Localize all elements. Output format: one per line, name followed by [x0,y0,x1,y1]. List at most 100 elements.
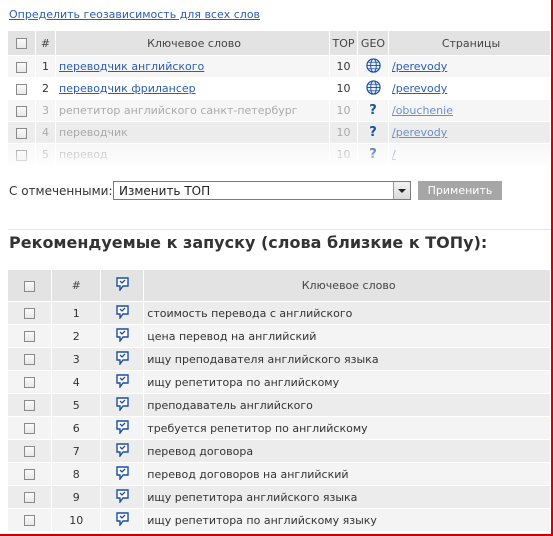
launch-icon[interactable] [116,511,129,529]
keyword-text: ищу репетитора по английскому [143,370,551,394]
row-checkbox[interactable] [24,400,36,411]
chevron-down-icon[interactable] [393,182,410,199]
row-num: 5 [35,143,56,166]
page-link[interactable]: /perevody [392,82,447,95]
top-value: 10 [329,99,358,122]
launch-icon[interactable] [116,373,129,391]
keyword-text: переводчик [55,121,330,144]
col-geo-header: GEO [357,31,389,56]
row-checkbox[interactable] [16,83,27,95]
table-row: 6 требуется репетитор по английскому [8,416,551,440]
table-row: 4 переводчик 10 ? /perevody [8,121,551,144]
row-num: 3 [35,99,56,122]
table-row: 4 ищу репетитора по английскому [8,370,551,394]
keyword-text: репетитор английского санкт-петербург [55,99,330,122]
select-all-checkbox[interactable] [24,280,36,292]
define-geo-link[interactable]: Определить геозависимость для всех слов [9,8,260,21]
select-all-cell [8,31,36,56]
launch-icon [116,277,129,294]
row-num: 10 [51,508,102,532]
col-num-header: # [51,270,102,302]
col-keyword-header: Ключевое слово [143,270,551,302]
top-value: 10 [329,77,358,100]
row-num: 6 [51,416,102,440]
launch-icon[interactable] [116,396,129,414]
row-checkbox[interactable] [24,331,36,342]
table-row: 1 переводчик английского 10 /perevody [8,55,551,78]
keyword-text: ищу репетитора английского языка [143,485,551,509]
table-row: 3 репетитор английского санкт-петербург … [8,99,551,122]
launch-icon[interactable] [116,419,129,437]
globe-icon[interactable] [365,57,381,76]
launch-icon[interactable] [116,304,129,322]
table-row: 3 ищу преподавателя английского языка [8,347,551,371]
col-num-header: # [35,31,56,56]
table-row: 7 перевод договора [8,439,551,463]
table-row: 2 переводчик фрилансер 10 /perevody [8,77,551,100]
launch-icon[interactable] [116,488,129,506]
row-num: 2 [51,324,102,348]
table-row: 1 стоимость перевода с английского [8,301,551,325]
row-checkbox[interactable] [24,423,36,434]
keyword-link[interactable]: переводчик фрилансер [59,82,196,95]
row-checkbox[interactable] [16,149,27,161]
row-num: 4 [51,370,102,394]
keyword-text: преподаватель английского [143,393,551,417]
row-num: 3 [51,347,102,371]
apply-button[interactable]: Применить [418,181,502,200]
table-row: 5 перевод 10 ? / [8,143,551,166]
recommended-table: # Ключевое слово 1 стоимость перевода с а… [8,270,551,532]
keyword-text: требуется репетитор по английскому [143,416,551,440]
table-row: 10 ищу репетитора по английскому языку [8,508,551,532]
table-header: # Ключевое слово TOP GEO Страницы [8,31,551,56]
row-checkbox[interactable] [24,446,36,457]
bulk-action-value: Изменить ТОП [119,184,211,198]
row-num: 2 [35,77,56,100]
bulk-action-label: С отмеченными: [9,184,113,198]
col-top-header: TOP [329,31,358,56]
row-checkbox[interactable] [24,492,36,503]
divider [8,229,551,230]
keyword-link[interactable]: переводчик английского [59,60,204,73]
page-link[interactable]: / [392,148,396,161]
row-checkbox[interactable] [24,308,36,319]
globe-icon[interactable] [365,79,381,98]
row-checkbox[interactable] [24,354,36,365]
row-checkbox[interactable] [16,127,27,139]
launch-icon[interactable] [116,442,129,460]
question-icon[interactable]: ? [369,147,377,162]
row-num: 4 [35,121,56,144]
keyword-text: перевод [55,143,330,166]
row-checkbox[interactable] [16,105,27,117]
keyword-text: перевод договора [143,439,551,463]
table-row: 2 цена перевод на английский [8,324,551,348]
recommended-heading: Рекомендуемые к запуску (слова близкие к… [9,233,488,252]
table-row: 8 перевод договоров на английский [8,462,551,486]
row-num: 9 [51,485,102,509]
top-value: 10 [329,121,358,144]
keyword-text: цена перевод на английский [143,324,551,348]
top-value: 10 [329,55,358,78]
launch-icon[interactable] [116,327,129,345]
row-checkbox[interactable] [24,515,36,526]
row-checkbox[interactable] [24,377,36,388]
col-keyword-header: Ключевое слово [55,31,330,56]
select-all-checkbox[interactable] [16,38,27,49]
row-num: 1 [35,55,56,78]
page-link[interactable]: /perevody [392,126,447,139]
keyword-text: ищу репетитора по английскому языку [143,508,551,532]
page-link[interactable]: /perevody [392,60,447,73]
launch-icon[interactable] [116,465,129,483]
col-pages-header: Страницы [388,31,551,56]
table-header: # Ключевое слово [8,270,551,302]
table-row: 5 преподаватель английского [8,393,551,417]
keyword-text: ищу преподавателя английского языка [143,347,551,371]
page-link[interactable]: /obuchenie [392,104,453,117]
launch-icon[interactable] [116,350,129,368]
row-num: 5 [51,393,102,417]
bulk-action-select[interactable]: Изменить ТОП [113,181,411,200]
row-checkbox[interactable] [16,61,27,73]
question-icon[interactable]: ? [369,103,377,118]
question-icon[interactable]: ? [369,125,377,140]
row-checkbox[interactable] [24,469,36,480]
